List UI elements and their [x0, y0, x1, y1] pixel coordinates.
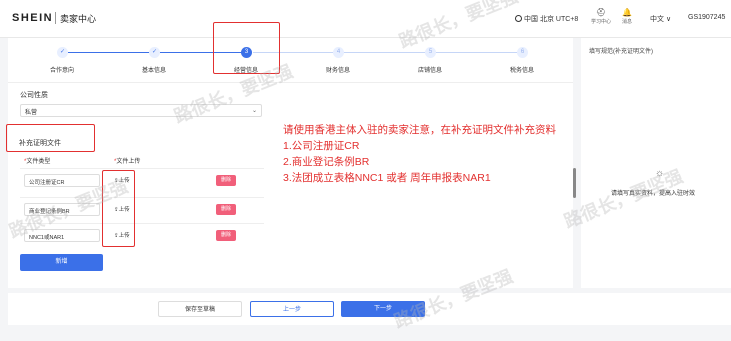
- delete-button[interactable]: 删除: [216, 175, 236, 186]
- save-draft-button[interactable]: 保存至草稿: [158, 301, 242, 317]
- delete-button[interactable]: 删除: [216, 204, 236, 215]
- table-row: NNC1或NAR1 ⇪上传 删除: [20, 223, 264, 247]
- step-circle-1: ✓: [57, 47, 68, 58]
- step-circle-2: ✓: [149, 47, 160, 58]
- top-bar: SHEIN 卖家中心 中国 北京 UTC+8 ⛑ 学习中心 🔔 消息 中文 ∨ GS…: [0, 0, 731, 38]
- company-nature-value: 私营: [25, 110, 38, 116]
- col-type-label: 文件类型: [26, 159, 51, 165]
- stepper-divider: [8, 82, 573, 83]
- step-circle-5: 5: [425, 47, 436, 58]
- note-line: 1.公司注册证CR: [283, 140, 360, 152]
- step-circle-6: 6: [517, 47, 528, 58]
- step-label-1: 合作意向: [49, 68, 74, 74]
- account-id[interactable]: GS1907245: [688, 14, 725, 21]
- note-line: 3.法团成立表格NNC1 或者 周年申报表NAR1: [283, 172, 491, 184]
- step-circle-4: 4: [333, 47, 344, 58]
- clock-icon: [515, 15, 522, 22]
- col-header-type: *文件类型: [24, 159, 51, 165]
- step-label-2: 基本信息: [141, 68, 166, 74]
- table-row: 公司注册证CR ⇪上传 删除: [20, 168, 264, 192]
- study-center-label: 学习中心: [590, 19, 611, 25]
- study-center-button[interactable]: ⛑ 学习中心: [590, 8, 612, 25]
- doc-type-field[interactable]: 商业登记条例BR: [24, 203, 100, 216]
- annotation-note: 请使用香港主体入驻的卖家注意，在补充证明文件补充资料 1.公司注册证CR 2.商…: [283, 122, 556, 186]
- bell-icon: 🔔: [622, 8, 632, 17]
- highlight-supplement-box: [6, 124, 95, 152]
- language-selector[interactable]: 中文 ∨: [650, 14, 671, 24]
- shein-logo[interactable]: SHEIN: [12, 12, 53, 24]
- doc-type-field[interactable]: NNC1或NAR1: [24, 229, 100, 242]
- guidance-title: 填写规范(补充证明文件): [589, 49, 653, 55]
- company-nature-label: 公司性质: [20, 92, 48, 99]
- step-label-4: 财务信息: [325, 68, 350, 74]
- step-label-5: 店铺信息: [417, 68, 442, 74]
- next-button[interactable]: 下一步: [341, 301, 425, 317]
- lightbulb-icon: ☼: [655, 168, 665, 179]
- table-row: 商业登记条例BR ⇪上传 删除: [20, 197, 264, 221]
- timezone-selector[interactable]: 中国 北京 UTC+8: [515, 14, 578, 24]
- guidance-hint: 请填写真实资料，提高入驻时效: [611, 191, 696, 197]
- step-line-todo: [253, 52, 523, 53]
- messages-button[interactable]: 🔔 消息: [616, 8, 638, 25]
- company-nature-select[interactable]: 私营 ⌄: [20, 104, 262, 117]
- graduation-cap-icon: ⛑: [595, 8, 607, 17]
- col-header-upload: *文件上传: [114, 159, 141, 165]
- highlight-step-box: [213, 22, 280, 74]
- previous-button[interactable]: 上一步: [250, 301, 334, 317]
- guidance-panel: 填写规范(补充证明文件) ☼ 请填写真实资料，提高入驻时效: [581, 38, 731, 288]
- footer-bar: 保存至草稿 上一步 下一步: [8, 293, 731, 325]
- step-label-6: 税务信息: [509, 68, 534, 74]
- logo-divider: [55, 12, 56, 24]
- col-upload-label: 文件上传: [116, 159, 141, 165]
- add-document-button[interactable]: 新增: [20, 254, 103, 271]
- messages-label: 消息: [621, 19, 632, 25]
- note-line: 请使用香港主体入驻的卖家注意，在补充证明文件补充资料: [283, 124, 556, 136]
- note-line: 2.商业登记条例BR: [283, 156, 370, 168]
- scrollbar[interactable]: [573, 168, 576, 198]
- timezone-label: 中国 北京 UTC+8: [524, 16, 579, 23]
- seller-center-title: 卖家中心: [60, 14, 97, 24]
- delete-button[interactable]: 删除: [216, 230, 236, 241]
- chevron-down-icon: ⌄: [251, 108, 257, 114]
- highlight-upload-box: [102, 170, 135, 247]
- doc-type-field[interactable]: 公司注册证CR: [24, 174, 100, 187]
